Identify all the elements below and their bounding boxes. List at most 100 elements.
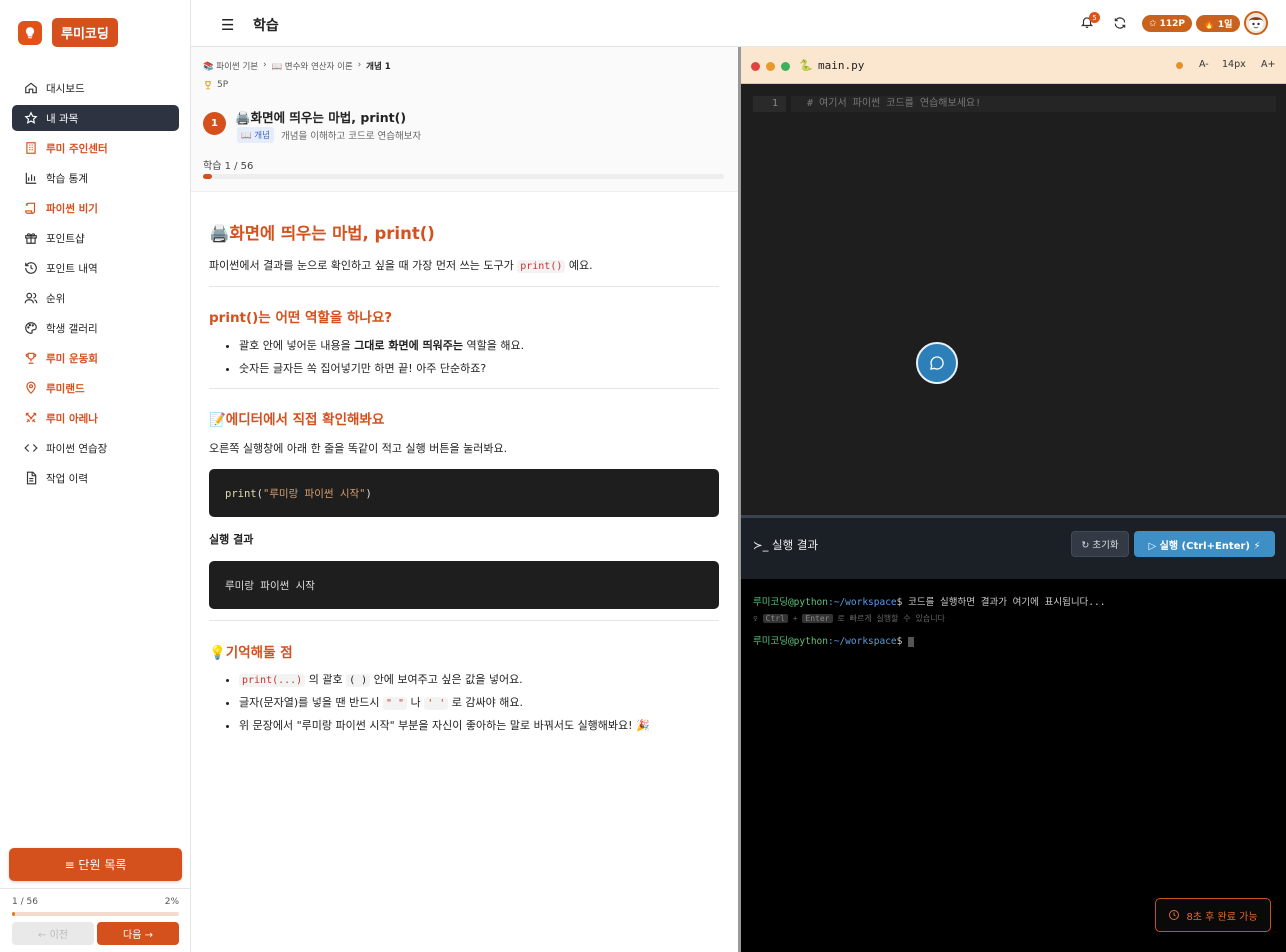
font-increase-button[interactable]: A+ <box>1261 59 1275 70</box>
role-list: 괄호 안에 넣어둔 내용을 그대로 화면에 띄워주는 역할을 해요. 숫자든 글… <box>239 337 524 383</box>
home-icon <box>25 82 37 94</box>
terminal-prompt-line: 루미코딩@python:~/workspace$ <box>753 633 915 647</box>
top-header: ☰ 학습 5 ✩ 112P 🔥 1일 <box>191 0 1286 47</box>
tips-list: print(...) 의 괄호 ( ) 안에 보여주고 싶은 값을 넣어요. 글… <box>239 671 650 740</box>
history-icon <box>25 262 37 274</box>
code-example: print("루미랑 파이썬 시작") <box>209 469 719 517</box>
sidebar-item-ranking[interactable]: 순위 <box>12 285 179 311</box>
divider <box>209 620 719 621</box>
breadcrumb-item[interactable]: 📖 변수와 연산자 이론 <box>272 60 353 72</box>
breadcrumb-current: 개념 1 <box>366 62 391 72</box>
file-name[interactable]: main.py <box>818 59 864 72</box>
sidebar-item-lumiland[interactable]: 루미랜드 <box>12 375 179 401</box>
sidebar-item-python-secrets[interactable]: 파이썬 비기 <box>12 195 179 221</box>
prev-button[interactable]: ← 이전 <box>12 922 94 945</box>
sidebar-item-work-history[interactable]: 작업 이력 <box>12 465 179 491</box>
building-icon <box>26 142 36 154</box>
terminal-output[interactable]: 루미코딩@python:~/workspace$ 코드를 실행하면 결과가 여기… <box>741 579 1286 952</box>
next-button[interactable]: 다음 → <box>97 922 179 945</box>
points-pill[interactable]: ✩ 112P <box>1142 15 1192 32</box>
intro-paragraph: 파이썬에서 결과를 눈으로 확인하고 싶을 때 가장 먼저 쓰는 도구가 pri… <box>209 259 593 273</box>
lesson-heading: 🖨️화면에 띄우는 마법, print() <box>209 224 435 243</box>
complete-timer-button[interactable]: 8초 후 완료 가능 <box>1155 898 1271 932</box>
output-header: ≻_ 실행 결과 ↻ 초기화 ▷ 실행 (Ctrl+Enter) ⚡ <box>741 515 1286 579</box>
window-minimize-dot[interactable] <box>766 62 775 71</box>
line-number: 1 <box>753 96 786 112</box>
editor-tab-bar: 🐍 main.py A- 14px A+ <box>741 47 1286 84</box>
output-title: ≻_ 실행 결과 <box>753 538 819 552</box>
gift-icon <box>25 233 37 244</box>
sidebar-item-my-courses[interactable]: 내 과목 <box>12 105 179 131</box>
inline-code: print() <box>517 260 566 273</box>
section-heading-tips: 💡기억해둘 점 <box>209 645 293 661</box>
notification-badge: 5 <box>1089 12 1100 23</box>
instruction-paragraph: 오른쪽 실행창에 아래 한 줄을 똑같이 적고 실행 버튼을 눌러봐요. <box>209 442 508 455</box>
menu-icon[interactable]: ☰ <box>221 16 234 34</box>
chat-button[interactable] <box>916 342 958 384</box>
section-heading-role: print()는 어떤 역할을 하나요? <box>209 310 393 326</box>
result-output: 루미랑 파이썬 시작 <box>209 561 719 609</box>
divider <box>209 388 719 389</box>
concept-badge: 📖 개념 <box>237 127 274 143</box>
lightbulb-logo-icon <box>18 20 42 45</box>
lesson-progress-bar <box>203 174 724 179</box>
font-size-label: 14px <box>1222 59 1246 70</box>
course-progress-bar <box>12 912 179 916</box>
lesson-description: 개념을 이해하고 코드로 연습해보자 <box>281 131 422 142</box>
list-item: 위 문장에서 "루미랑 파이썬 시작" 부분을 자신이 좋아하는 말로 바꿔서도… <box>239 717 650 740</box>
list-item: 괄호 안에 넣어둔 내용을 그대로 화면에 띄워주는 역할을 해요. <box>239 337 524 360</box>
breadcrumb-item[interactable]: 📚 파이썬 기본 <box>203 60 258 72</box>
sidebar-item-label: 루미 아레나 <box>46 412 98 425</box>
terminal-icon: ≻_ <box>753 538 773 552</box>
sidebar-item-label: 내 과목 <box>46 112 79 125</box>
sidebar-item-lumi-center[interactable]: 루미 주인센터 <box>12 135 179 161</box>
course-progress-row: 1 / 56 2% <box>12 897 179 907</box>
bar-chart-icon <box>25 172 37 184</box>
logo[interactable]: 루미코딩 <box>18 18 118 47</box>
unsaved-indicator <box>1176 62 1183 69</box>
unit-list-button[interactable]: ≡ 단원 목록 <box>9 848 182 881</box>
sidebar-item-label: 루미 운동회 <box>46 352 98 365</box>
users-icon <box>24 292 38 304</box>
palette-icon <box>25 322 37 334</box>
python-file-icon: 🐍 <box>799 59 813 72</box>
window-maximize-dot[interactable] <box>781 62 790 71</box>
sidebar-item-label: 작업 이력 <box>46 472 88 485</box>
avatar[interactable] <box>1244 11 1268 35</box>
sidebar-item-label: 파이썬 비기 <box>46 202 98 215</box>
run-button[interactable]: ▷ 실행 (Ctrl+Enter) ⚡ <box>1134 531 1275 557</box>
window-close-dot[interactable] <box>751 62 760 71</box>
sidebar-nav: 대시보드 내 과목 루미 주인센터 학습 통계 파이썬 비기 포인트샵 포인트 … <box>12 75 179 495</box>
sidebar-item-stats[interactable]: 학습 통계 <box>12 165 179 191</box>
refresh-icon[interactable] <box>1113 16 1127 33</box>
clock-icon <box>1169 910 1180 920</box>
breadcrumb: 📚 파이썬 기본 › 📖 변수와 연산자 이론 › 개념 1 <box>203 60 391 72</box>
trophy-icon <box>205 81 211 90</box>
lesson-header: 📚 파이썬 기본 › 📖 변수와 연산자 이론 › 개념 1 5P 1 🖨️화면에 … <box>191 47 738 192</box>
result-label: 실행 결과 <box>209 533 254 546</box>
sidebar-item-point-shop[interactable]: 포인트샵 <box>12 225 179 251</box>
code-icon <box>24 444 38 452</box>
streak-pill[interactable]: 🔥 1일 <box>1196 15 1240 32</box>
reset-button[interactable]: ↻ 초기화 <box>1071 531 1129 557</box>
sidebar-item-label: 파이썬 연습장 <box>46 442 108 455</box>
code-editor-panel: 🐍 main.py A- 14px A+ 1 # 여기서 파이썬 코드를 연습해… <box>738 47 1286 952</box>
points-value: 5P <box>217 80 229 90</box>
terminal-cursor <box>908 636 915 647</box>
section-heading-editor: 📝에디터에서 직접 확인해봐요 <box>209 412 385 428</box>
sidebar-item-gallery[interactable]: 학생 갤러리 <box>12 315 179 341</box>
progress-percent: 2% <box>164 897 179 907</box>
lesson-progress-fill <box>203 174 213 179</box>
sidebar-item-arena[interactable]: 루미 아레나 <box>12 405 179 431</box>
file-icon <box>26 471 37 485</box>
chat-bubble-icon <box>930 356 944 370</box>
progress-count: 1 / 56 <box>12 897 38 907</box>
code-input[interactable]: # 여기서 파이썬 코드를 연습해보세요! <box>791 96 1276 112</box>
sidebar-item-dashboard[interactable]: 대시보드 <box>12 75 179 101</box>
sidebar-item-sports-day[interactable]: 루미 운동회 <box>12 345 179 371</box>
sidebar: 루미코딩 대시보드 내 과목 루미 주인센터 학습 통계 파이썬 비기 포인트샵 <box>0 0 191 952</box>
sidebar-item-playground[interactable]: 파이썬 연습장 <box>12 435 179 461</box>
list-item: 글자(문자열)를 넣을 땐 반드시 " " 나 ' ' 로 감싸야 해요. <box>239 694 650 717</box>
sidebar-item-point-history[interactable]: 포인트 내역 <box>12 255 179 281</box>
font-decrease-button[interactable]: A- <box>1199 59 1209 70</box>
